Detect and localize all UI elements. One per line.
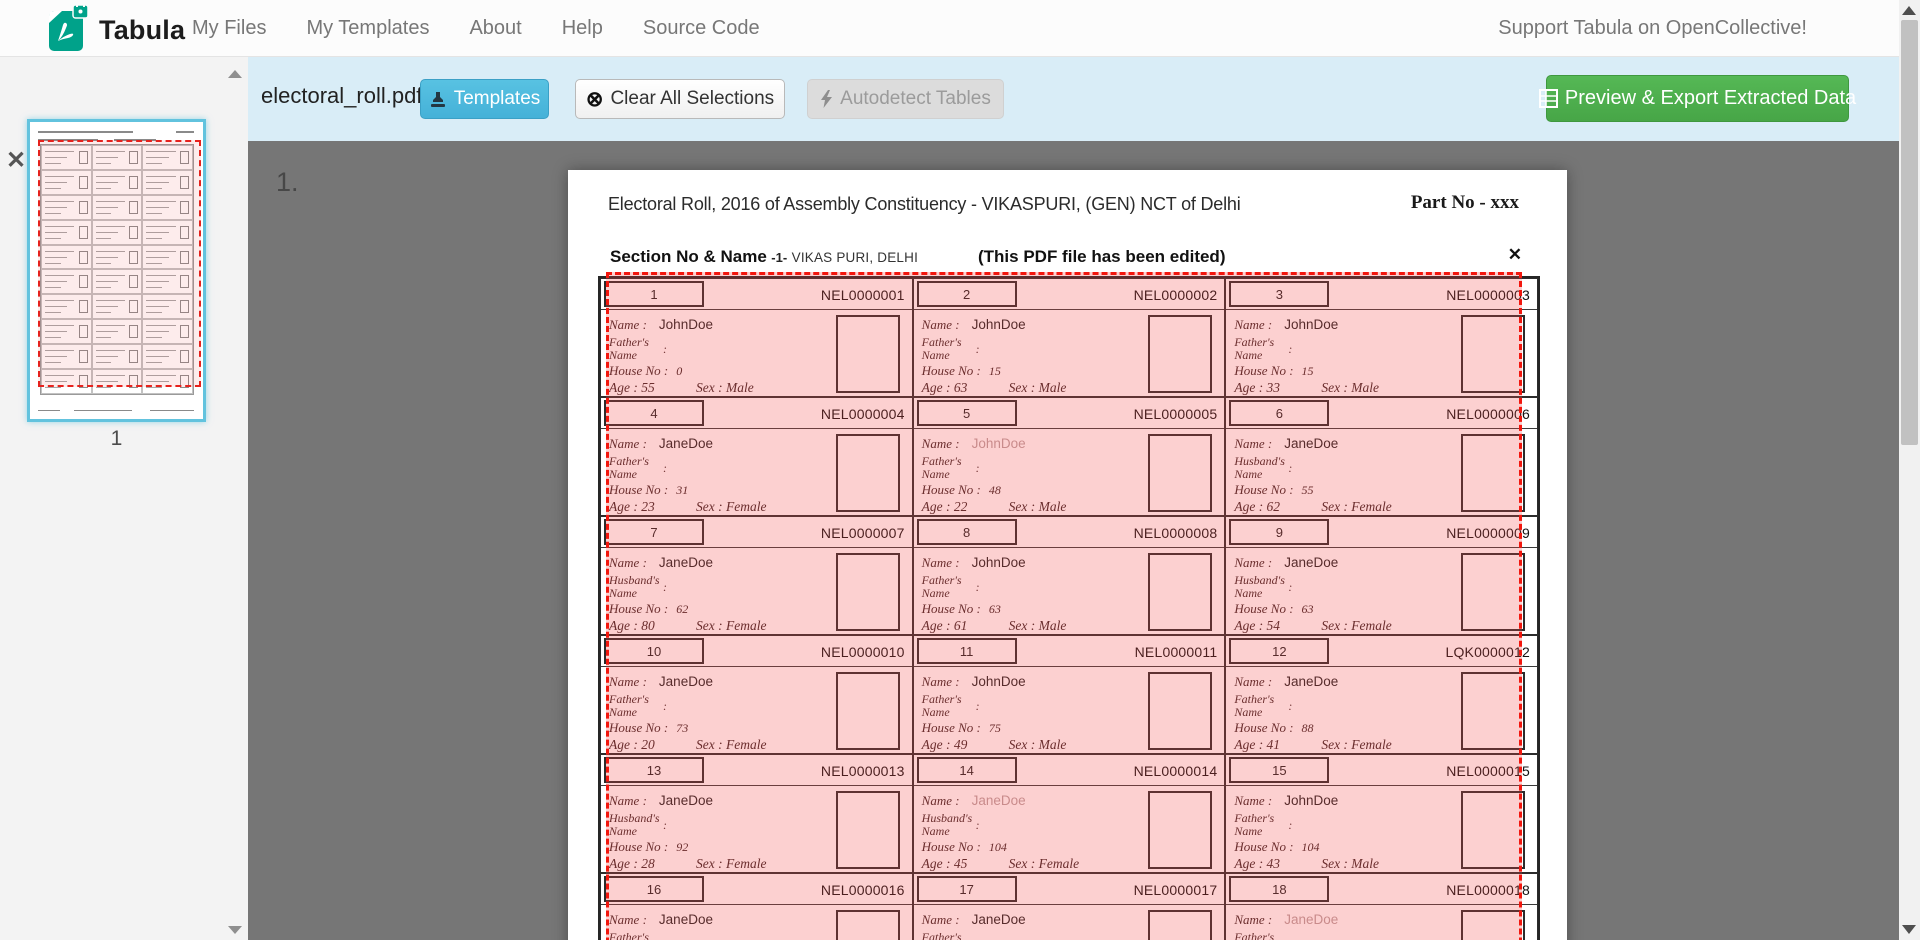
pdf-canvas: 1. Electoral Roll, 2016 of Assembly Cons… xyxy=(248,141,1899,940)
autodetect-tables-button: Autodetect Tables xyxy=(807,79,1004,119)
brand-name: Tabula xyxy=(99,15,185,46)
navbar: Tabula My Files My Templates About Help … xyxy=(0,0,1899,57)
table-icon xyxy=(1539,89,1558,108)
page-thumbnail[interactable] xyxy=(27,119,206,422)
brand[interactable]: Tabula xyxy=(45,3,185,58)
section-number: -1- xyxy=(771,250,787,265)
selection-close-icon[interactable]: ✕ xyxy=(1508,245,1522,265)
window-scrollbar xyxy=(1899,0,1920,940)
templates-label: Templates xyxy=(454,88,541,110)
templates-button[interactable]: Templates xyxy=(420,79,549,119)
pdf-filename: electoral_roll.pdf xyxy=(261,83,422,109)
nav-links: My Files My Templates About Help Source … xyxy=(192,0,800,57)
pdf-part-no: Part No - xxx xyxy=(1411,192,1519,214)
preview-export-button[interactable]: Preview & Export Extracted Data xyxy=(1546,75,1849,122)
section-label: Section No & Name xyxy=(610,247,767,266)
lightning-bolt-icon xyxy=(820,90,833,108)
nav-source-code[interactable]: Source Code xyxy=(643,17,760,40)
templates-icon xyxy=(429,91,447,108)
tabula-app: Tabula My Files My Templates About Help … xyxy=(0,0,1920,940)
clear-icon: ⊗ xyxy=(586,89,604,110)
section-value: VIKAS PURI, DELHI xyxy=(792,250,918,265)
nav-my-files[interactable]: My Files xyxy=(192,17,266,40)
selection-overlay[interactable] xyxy=(606,272,1522,940)
page-marker: 1. xyxy=(276,167,299,198)
autodetect-label: Autodetect Tables xyxy=(840,88,991,110)
clear-label: Clear All Selections xyxy=(610,88,774,110)
tabula-logo-icon xyxy=(45,3,91,58)
sidebar-scroll-down-icon[interactable] xyxy=(228,926,242,934)
thumbnail-selection-overlay xyxy=(38,140,201,387)
thumbnail-page-number: 1 xyxy=(27,427,206,451)
clear-all-selections-button[interactable]: ⊗ Clear All Selections xyxy=(575,79,785,119)
nav-my-templates[interactable]: My Templates xyxy=(306,17,429,40)
edited-note: (This PDF file has been edited) xyxy=(978,247,1225,267)
toolbar: electoral_roll.pdf Templates ⊗ Clear All… xyxy=(248,57,1899,141)
nav-help[interactable]: Help xyxy=(562,17,603,40)
remove-page-icon[interactable]: ✕ xyxy=(6,149,26,173)
scrollbar-down-icon[interactable] xyxy=(1902,925,1916,934)
pdf-document-title: Electoral Roll, 2016 of Assembly Constit… xyxy=(608,194,1241,215)
scrollbar-up-icon[interactable] xyxy=(1902,6,1916,15)
sidebar: ✕ 1 xyxy=(0,57,248,940)
support-link[interactable]: Support Tabula on OpenCollective! xyxy=(1498,0,1807,57)
thumbnail-preview xyxy=(30,122,203,419)
pdf-page[interactable]: Electoral Roll, 2016 of Assembly Constit… xyxy=(568,170,1567,940)
scrollbar-thumb[interactable] xyxy=(1901,20,1918,445)
nav-about[interactable]: About xyxy=(469,17,521,40)
export-label: Preview & Export Extracted Data xyxy=(1565,87,1856,110)
sidebar-scroll-up-icon[interactable] xyxy=(228,70,242,78)
pdf-section-line: Section No & Name -1- VIKAS PURI, DELHI … xyxy=(610,247,1540,267)
